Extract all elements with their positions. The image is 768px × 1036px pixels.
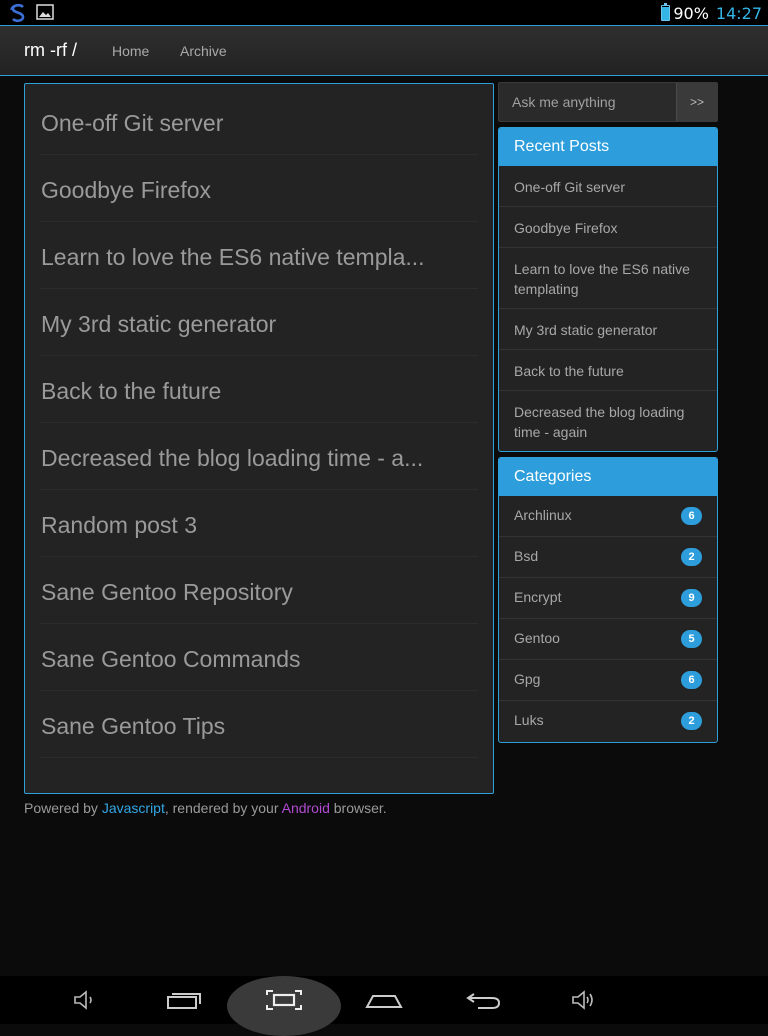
footer: Powered by Javascript, rendered by your … (24, 800, 387, 816)
gallery-icon (36, 3, 54, 26)
recent-post-link[interactable]: Learn to love the ES6 native templating (499, 248, 717, 309)
system-nav-bar (0, 976, 768, 1036)
categories-title: Categories (499, 458, 717, 496)
post-title[interactable]: Sane Gentoo Tips (41, 713, 225, 740)
post-list: One-off Git server Goodbye Firefox Learn… (24, 83, 494, 794)
footer-text: Powered by (24, 800, 102, 816)
recent-apps-icon[interactable] (154, 976, 214, 1024)
javascript-link[interactable]: Javascript (102, 800, 165, 816)
category-item[interactable]: Archlinux 6 (499, 496, 717, 537)
post-item[interactable]: Sane Gentoo Tips (40, 691, 478, 758)
recent-post-link[interactable]: Back to the future (499, 350, 717, 391)
count-badge: 6 (681, 507, 702, 525)
post-item[interactable]: Goodbye Firefox (40, 155, 478, 222)
category-name[interactable]: Archlinux (514, 507, 572, 523)
post-title[interactable]: Back to the future (41, 378, 221, 405)
nav-link-archive[interactable]: Archive (180, 43, 227, 59)
battery-percent: 90% (673, 3, 709, 23)
post-item[interactable]: Random post 3 (40, 490, 478, 557)
category-item[interactable]: Gentoo 5 (499, 619, 717, 660)
recent-post-link[interactable]: Goodbye Firefox (499, 207, 717, 248)
count-badge: 2 (681, 548, 702, 566)
search-button[interactable]: >> (676, 83, 717, 121)
category-item[interactable]: Luks 2 (499, 701, 717, 742)
post-item[interactable]: Sane Gentoo Repository (40, 557, 478, 624)
post-title[interactable]: Random post 3 (41, 512, 197, 539)
category-name[interactable]: Gpg (514, 671, 540, 687)
android-link[interactable]: Android (282, 800, 330, 816)
search-box: >> (498, 82, 718, 122)
category-name[interactable]: Luks (514, 712, 544, 728)
post-item[interactable]: One-off Git server (40, 88, 478, 155)
category-item[interactable]: Gpg 6 (499, 660, 717, 701)
categories-panel: Categories Archlinux 6 Bsd 2 Encrypt 9 Gent… (498, 457, 718, 743)
top-navbar: rm -rf / Home Archive (0, 25, 768, 76)
footer-text: , rendered by your (164, 800, 282, 816)
clock: 14:27 (715, 3, 762, 23)
category-item[interactable]: Encrypt 9 (499, 578, 717, 619)
recent-post-link[interactable]: One-off Git server (499, 166, 717, 207)
post-item[interactable]: Decreased the blog loading time - a... (40, 423, 478, 490)
footer-text: browser. (329, 800, 387, 816)
search-input[interactable] (499, 83, 677, 121)
category-name[interactable]: Gentoo (514, 630, 560, 646)
post-item[interactable]: My 3rd static generator (40, 289, 478, 356)
screenshot-icon[interactable] (254, 976, 314, 1024)
post-title[interactable]: My 3rd static generator (41, 311, 276, 338)
nav-link-home[interactable]: Home (112, 43, 149, 59)
category-name[interactable]: Bsd (514, 548, 538, 564)
post-item[interactable]: Learn to love the ES6 native templa... (40, 222, 478, 289)
post-item[interactable]: Sane Gentoo Commands (40, 624, 478, 691)
category-item[interactable]: Bsd 2 (499, 537, 717, 578)
count-badge: 5 (681, 630, 702, 648)
volume-up-icon[interactable] (554, 976, 614, 1024)
post-title[interactable]: One-off Git server (41, 110, 223, 137)
battery-icon (661, 3, 671, 21)
recent-posts-panel: Recent Posts One-off Git server Goodbye … (498, 127, 718, 452)
post-title[interactable]: Sane Gentoo Commands (41, 646, 301, 673)
post-title[interactable]: Learn to love the ES6 native templa... (41, 244, 425, 271)
back-icon[interactable] (454, 976, 514, 1024)
category-name[interactable]: Encrypt (514, 589, 561, 605)
count-badge: 2 (681, 712, 702, 730)
post-title[interactable]: Decreased the blog loading time - a... (41, 445, 423, 472)
post-item[interactable]: Back to the future (40, 356, 478, 423)
post-title[interactable]: Goodbye Firefox (41, 177, 211, 204)
status-bar: 90% 14:27 (0, 0, 768, 25)
recent-posts-title: Recent Posts (499, 128, 717, 166)
site-brand[interactable]: rm -rf / (24, 40, 77, 61)
home-icon[interactable] (354, 976, 414, 1024)
volume-down-icon[interactable] (54, 976, 114, 1024)
recent-post-link[interactable]: My 3rd static generator (499, 309, 717, 350)
count-badge: 6 (681, 671, 702, 689)
count-badge: 9 (681, 589, 702, 607)
recent-post-link[interactable]: Decreased the blog loading time - again (499, 391, 717, 451)
post-title[interactable]: Sane Gentoo Repository (41, 579, 293, 606)
